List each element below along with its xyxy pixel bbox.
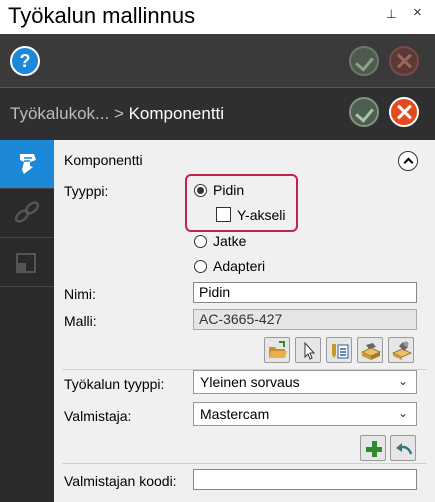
radio-extension-label[interactable]: Jatke	[213, 233, 246, 249]
confirm-button[interactable]	[349, 97, 379, 127]
window-titlebar: Työkalun mallinnus ⊥ ×	[0, 0, 435, 34]
radio-adapter[interactable]	[194, 260, 207, 273]
undo-button[interactable]	[390, 435, 416, 461]
open-folder-icon	[269, 341, 287, 358]
manufacturer-select[interactable]: Mastercam ⌄	[193, 402, 417, 426]
tool-holder-icon	[20, 154, 36, 174]
layers-icon	[16, 253, 36, 273]
sidebar-item-links[interactable]	[0, 189, 54, 237]
list-table-icon	[332, 344, 349, 359]
chevron-down-icon: ⌄	[397, 406, 408, 420]
add-manufacturer-button[interactable]	[360, 435, 386, 461]
manufacturer-value: Mastercam	[200, 406, 270, 422]
open-folder-button[interactable]	[264, 337, 290, 363]
component-library-button[interactable]	[357, 337, 383, 363]
tool-type-select[interactable]: Yleinen sorvaus ⌄	[193, 370, 417, 394]
close-icon[interactable]: ×	[413, 4, 422, 21]
radio-extension[interactable]	[194, 235, 207, 248]
chevron-down-icon: ⌄	[397, 374, 408, 388]
manufacturer-code-field[interactable]	[193, 469, 417, 490]
type-label: Tyyppi:	[64, 183, 109, 199]
y-axis-label[interactable]: Y-akseli	[237, 207, 286, 223]
sidebar	[0, 140, 54, 502]
model-label: Malli:	[64, 313, 97, 329]
component-library-icon	[361, 343, 381, 360]
edit-component-button[interactable]	[388, 337, 414, 363]
radio-adapter-label[interactable]: Adapteri	[213, 258, 265, 274]
tool-type-value: Yleinen sorvaus	[200, 374, 300, 390]
breadcrumb-parent[interactable]: Työkalukok...	[10, 104, 109, 123]
radio-holder[interactable]	[194, 184, 207, 197]
edit-component-icon	[392, 341, 412, 360]
name-label: Nimi:	[64, 286, 96, 302]
cancel-disabled-button	[389, 46, 419, 76]
divider	[62, 463, 427, 464]
pin-icon[interactable]: ⊥	[386, 7, 396, 21]
collapse-section-button[interactable]	[398, 151, 418, 171]
confirm-disabled-button	[349, 46, 379, 76]
link-chain-icon	[14, 201, 40, 223]
breadcrumb: Työkalukok... > Komponentti	[10, 104, 224, 124]
manufacturer-label: Valmistaja:	[64, 408, 132, 424]
radio-holder-label[interactable]: Pidin	[213, 182, 244, 198]
breadcrumb-separator: >	[109, 104, 129, 123]
breadcrumb-current: Komponentti	[128, 104, 225, 123]
main-toolbar: ?	[0, 34, 435, 87]
sidebar-divider	[0, 286, 54, 287]
list-table-button[interactable]	[326, 337, 352, 363]
y-axis-checkbox[interactable]	[216, 207, 231, 222]
select-pointer-button[interactable]	[295, 337, 321, 363]
section-title: Komponentti	[64, 152, 143, 168]
model-field: AC-3665-427	[193, 309, 417, 330]
manufacturer-code-label: Valmistajan koodi:	[64, 473, 177, 489]
cancel-button[interactable]	[389, 97, 419, 127]
breadcrumb-bar: Työkalukok... > Komponentti	[0, 87, 435, 140]
sidebar-item-holder[interactable]	[0, 140, 54, 188]
name-field[interactable]: Pidin	[193, 282, 417, 303]
add-icon	[366, 441, 382, 457]
undo-icon	[396, 443, 413, 455]
component-panel: Komponentti Tyyppi: Pidin Y-akseli Jatke…	[54, 140, 435, 502]
help-button[interactable]: ?	[10, 46, 40, 76]
sidebar-item-layers[interactable]	[0, 238, 54, 286]
tool-type-label: Työkalun tyyppi:	[64, 376, 165, 392]
select-pointer-icon	[304, 341, 316, 360]
window-title: Työkalun mallinnus	[8, 3, 196, 28]
